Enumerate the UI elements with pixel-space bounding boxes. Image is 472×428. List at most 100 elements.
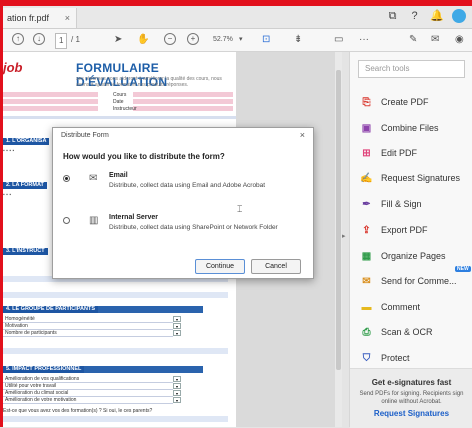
document-tab[interactable]: ation fr.pdf × <box>3 8 77 28</box>
tool-label: Request Signatures <box>381 173 461 183</box>
promo-box: Get e-signatures fast Send PDFs for sign… <box>350 368 472 428</box>
form-field-row[interactable] <box>3 99 98 104</box>
form-field-row[interactable] <box>3 92 98 97</box>
close-icon[interactable]: × <box>300 130 305 140</box>
zoom-dropdown-icon[interactable]: ▾ <box>239 33 243 47</box>
top-right-icons: ⧉ ? 🔔 <box>386 9 466 23</box>
field-label: Instructeur <box>113 106 137 112</box>
continue-button[interactable]: Continue <box>195 259 245 274</box>
document-subtitle: ses réponses nous aideront à améliorer l… <box>76 76 222 88</box>
hand-tool-icon[interactable]: ✋ <box>137 33 149 47</box>
share-icon[interactable]: ⧉ <box>386 10 399 23</box>
table-row-label: Amélioration du climat social <box>5 390 69 396</box>
table-row: Nombre de participants <box>3 330 173 337</box>
organize-pages-icon: ▦ <box>361 250 372 262</box>
zoom-out-icon[interactable]: − <box>164 33 176 45</box>
tool-label: Send for Comme... <box>381 276 457 286</box>
account-icon[interactable]: ◉ <box>455 33 464 47</box>
tool-send-for-comment[interactable]: ✉ Send for Comme... NEW <box>360 266 472 291</box>
option-description: Distribute, collect data using SharePoin… <box>109 224 278 231</box>
answer-band[interactable] <box>3 416 228 422</box>
scroll-mode-icon[interactable]: ⇟ <box>294 33 302 47</box>
tool-request-signatures[interactable]: ✍ Request Signatures <box>360 168 472 188</box>
server-icon: ▥ <box>89 215 99 226</box>
fill-sign-icon: ✒ <box>362 198 371 210</box>
table-row: Amélioration du climat social <box>3 390 173 397</box>
comment-toolbar-icon[interactable]: ▭ <box>334 33 343 47</box>
tool-label: Organize Pages <box>381 251 446 261</box>
section-heading: 2. LA FORMAT <box>3 182 47 189</box>
tools-panel: Search tools ⎘ Create PDF ▣ Combine File… <box>349 52 472 428</box>
rating-dropdown[interactable]: ▾ <box>173 383 181 389</box>
distribute-form-dialog: Distribute Form × How would you like to … <box>52 127 314 279</box>
field-label: Cours <box>113 92 127 98</box>
tool-create-pdf[interactable]: ⎘ Create PDF <box>360 92 472 112</box>
tool-label: Edit PDF <box>381 148 418 158</box>
option-email[interactable]: ✉ Email Distribute, collect data using E… <box>63 172 303 208</box>
rating-dropdown[interactable]: ▾ <box>173 397 181 403</box>
search-tools-input[interactable]: Search tools <box>358 60 465 78</box>
send-comment-icon: ✉ <box>362 275 371 287</box>
scrollbar-thumb[interactable] <box>336 70 341 370</box>
rating-dropdown[interactable]: ▾ <box>173 316 181 322</box>
select-cursor-icon[interactable]: ➤ <box>114 33 122 47</box>
tool-export-pdf[interactable]: ⇪ Export PDF <box>360 220 472 240</box>
table-row: Utilité pour votre travail <box>3 383 173 390</box>
table-row-label: Utilité pour votre travail <box>5 383 57 389</box>
tool-edit-pdf[interactable]: ⊞ Edit PDF <box>360 143 472 163</box>
tool-label: Combine Files <box>381 123 439 133</box>
page-down-icon[interactable]: ↓ <box>33 33 45 45</box>
tool-label: Export PDF <box>381 225 428 235</box>
field-label: Date <box>113 99 124 105</box>
avatar[interactable] <box>452 9 466 23</box>
rating-dropdown[interactable]: ▾ <box>173 330 181 336</box>
tab-close-icon[interactable]: × <box>65 8 70 28</box>
page-total: / 1 <box>71 35 80 44</box>
tool-label: Protect <box>381 353 410 363</box>
page-number-input[interactable]: 1 <box>55 33 68 49</box>
create-pdf-icon: ⎘ <box>362 96 371 108</box>
tool-scan-ocr[interactable]: ⎙ Scan & OCR <box>360 322 472 342</box>
tool-protect[interactable]: ⛉ Protect <box>360 348 472 368</box>
email-icon: ✉ <box>89 173 98 184</box>
sign-icon[interactable]: ✎ <box>409 33 417 47</box>
page-up-icon[interactable]: ↑ <box>12 33 24 45</box>
table-row: Amélioration de vos qualifications <box>3 376 173 383</box>
zoom-in-icon[interactable]: + <box>187 33 199 45</box>
email-radio[interactable] <box>63 175 70 182</box>
tool-combine-files[interactable]: ▣ Combine Files <box>360 118 472 138</box>
answer-band[interactable] <box>3 292 228 298</box>
option-title: Email <box>109 172 128 179</box>
form-field-row[interactable] <box>3 106 98 111</box>
answer-band[interactable] <box>3 348 228 354</box>
tool-fill-sign[interactable]: ✒ Fill & Sign <box>360 194 472 214</box>
rating-dropdown[interactable]: ▾ <box>173 323 181 329</box>
tab-title: ation fr.pdf <box>7 13 50 23</box>
scan-ocr-icon: ⎙ <box>362 326 371 338</box>
dialog-title: Distribute Form <box>61 132 109 139</box>
form-field-row[interactable] <box>133 106 233 111</box>
panel-collapse-icon[interactable]: ▸ <box>342 232 346 240</box>
option-internal-server[interactable]: ▥ Internal Server Distribute, collect da… <box>63 214 303 250</box>
internal-server-radio[interactable] <box>63 217 70 224</box>
email-icon[interactable]: ✉ <box>431 33 439 47</box>
form-field-row[interactable] <box>133 92 233 97</box>
zoom-level[interactable]: 52.7% <box>213 33 233 47</box>
edit-pdf-icon: ⊞ <box>362 147 371 159</box>
export-pdf-icon: ⇪ <box>362 224 371 236</box>
page-fit-icon[interactable]: ⊡ <box>262 33 270 47</box>
bell-icon[interactable]: 🔔 <box>430 10 444 23</box>
mouse-cursor-icon: ⌶ <box>237 204 243 214</box>
more-tools-icon[interactable]: ··· <box>359 33 369 47</box>
request-signatures-link[interactable]: Request Signatures <box>350 409 472 418</box>
tool-organize-pages[interactable]: ▦ Organize Pages <box>360 246 472 266</box>
cancel-button[interactable]: Cancel <box>251 259 301 274</box>
tool-label: Scan & OCR <box>381 327 433 337</box>
rating-dropdown[interactable]: ▾ <box>173 390 181 396</box>
table-row: Motivation <box>3 323 173 330</box>
table-row-label: Amélioration de vos qualifications <box>5 376 80 382</box>
tool-comment[interactable]: ▬ Comment <box>360 297 472 317</box>
rating-dropdown[interactable]: ▾ <box>173 376 181 382</box>
form-field-row[interactable] <box>133 99 233 104</box>
help-icon[interactable]: ? <box>408 10 421 23</box>
